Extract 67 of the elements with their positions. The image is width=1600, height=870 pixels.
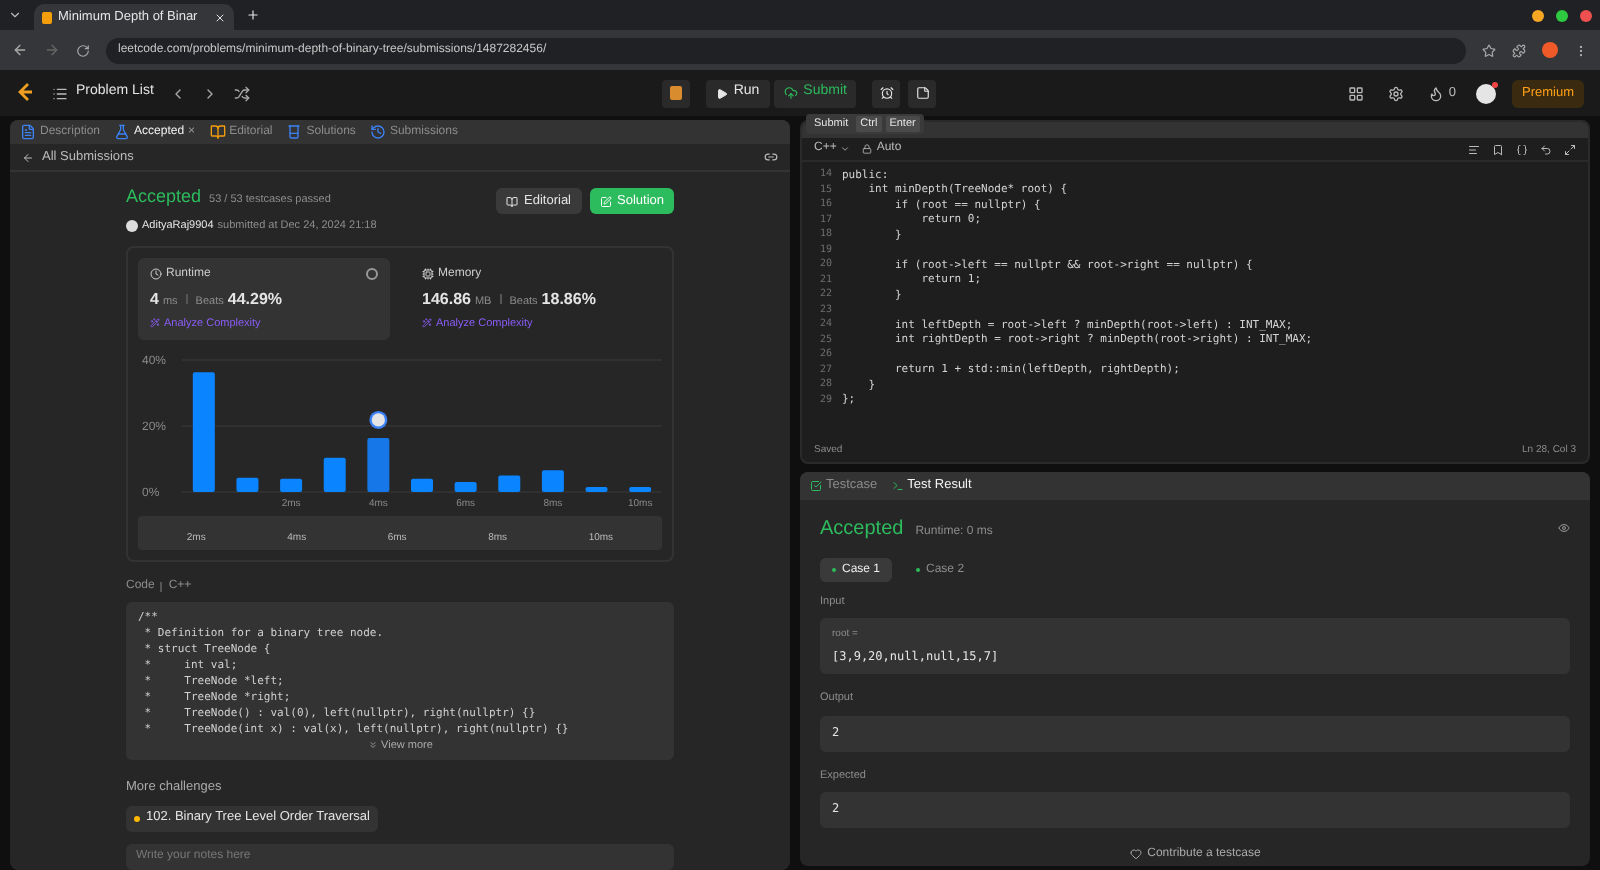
terminal-icon bbox=[891, 480, 904, 492]
stat-value: 146.86 bbox=[422, 287, 471, 312]
braces-icon[interactable] bbox=[1516, 143, 1528, 155]
format-icon[interactable] bbox=[1468, 143, 1480, 155]
new-tab-icon[interactable] bbox=[246, 8, 260, 22]
tab-list-icon[interactable] bbox=[8, 8, 22, 22]
close-icon[interactable] bbox=[214, 11, 226, 23]
edit-icon bbox=[599, 195, 611, 207]
histogram-bar[interactable] bbox=[411, 478, 433, 492]
lock-icon bbox=[862, 144, 873, 154]
book-icon bbox=[209, 124, 226, 140]
star-icon[interactable] bbox=[1482, 43, 1496, 57]
wand-icon bbox=[150, 318, 160, 329]
beats-percent: 18.86% bbox=[541, 287, 596, 312]
close-window-icon[interactable] bbox=[1580, 9, 1592, 21]
histogram-bar[interactable] bbox=[454, 481, 477, 492]
reload-icon[interactable] bbox=[76, 43, 90, 57]
book-icon bbox=[506, 195, 519, 207]
chevrons-down-icon bbox=[367, 740, 378, 751]
user-avatar bbox=[126, 219, 138, 232]
stat-value: 4 bbox=[150, 287, 159, 312]
histogram-bar[interactable] bbox=[323, 457, 346, 492]
grid-icon[interactable] bbox=[1348, 85, 1365, 101]
beaker-icon bbox=[286, 124, 303, 140]
histogram-bar[interactable] bbox=[367, 437, 390, 492]
history-icon bbox=[369, 124, 386, 140]
histogram-bar[interactable] bbox=[280, 478, 303, 492]
histogram-bar[interactable] bbox=[541, 469, 564, 492]
heart-icon bbox=[1129, 848, 1142, 861]
profile-avatar[interactable] bbox=[1542, 42, 1558, 58]
maximize-icon[interactable] bbox=[1556, 9, 1568, 21]
eye-icon[interactable] bbox=[1558, 522, 1570, 534]
checkbox-icon bbox=[810, 480, 822, 492]
result-status: Accepted bbox=[820, 516, 904, 544]
chevron-down-icon bbox=[840, 144, 851, 154]
wand-icon bbox=[422, 318, 432, 329]
document-icon bbox=[20, 124, 36, 140]
extensions-icon[interactable] bbox=[1512, 43, 1526, 57]
logo-icon[interactable] bbox=[16, 82, 36, 104]
list-icon bbox=[52, 85, 68, 101]
back-arrow-icon bbox=[22, 151, 34, 163]
user-avatar-marker bbox=[369, 410, 388, 429]
bookmark-icon[interactable] bbox=[1492, 143, 1504, 155]
histogram-bar[interactable] bbox=[236, 477, 259, 492]
reset-icon[interactable] bbox=[1540, 143, 1552, 155]
flask-icon bbox=[114, 124, 131, 140]
play-icon bbox=[715, 87, 728, 99]
chip-icon bbox=[422, 268, 434, 281]
link-icon[interactable] bbox=[764, 150, 778, 164]
back-icon[interactable] bbox=[12, 42, 28, 58]
flame-icon bbox=[1428, 85, 1445, 101]
clock-icon bbox=[150, 268, 162, 281]
cloud-upload-icon bbox=[783, 86, 798, 100]
user-avatar[interactable] bbox=[1475, 83, 1496, 103]
beats-percent: 44.29% bbox=[227, 287, 283, 312]
histogram-bar[interactable] bbox=[585, 486, 608, 492]
info-icon[interactable] bbox=[366, 268, 378, 281]
site-favicon-icon bbox=[42, 11, 52, 23]
histogram-bar[interactable] bbox=[498, 475, 521, 492]
alarm-clock-icon[interactable] bbox=[872, 79, 901, 107]
minimize-icon[interactable] bbox=[1532, 9, 1544, 21]
histogram-bar[interactable] bbox=[192, 371, 215, 492]
note-icon[interactable] bbox=[908, 79, 937, 107]
status-text: Accepted bbox=[126, 184, 202, 210]
histogram-bar[interactable] bbox=[629, 486, 652, 492]
settings-icon[interactable] bbox=[1388, 85, 1405, 101]
shuffle-icon[interactable] bbox=[233, 85, 250, 101]
